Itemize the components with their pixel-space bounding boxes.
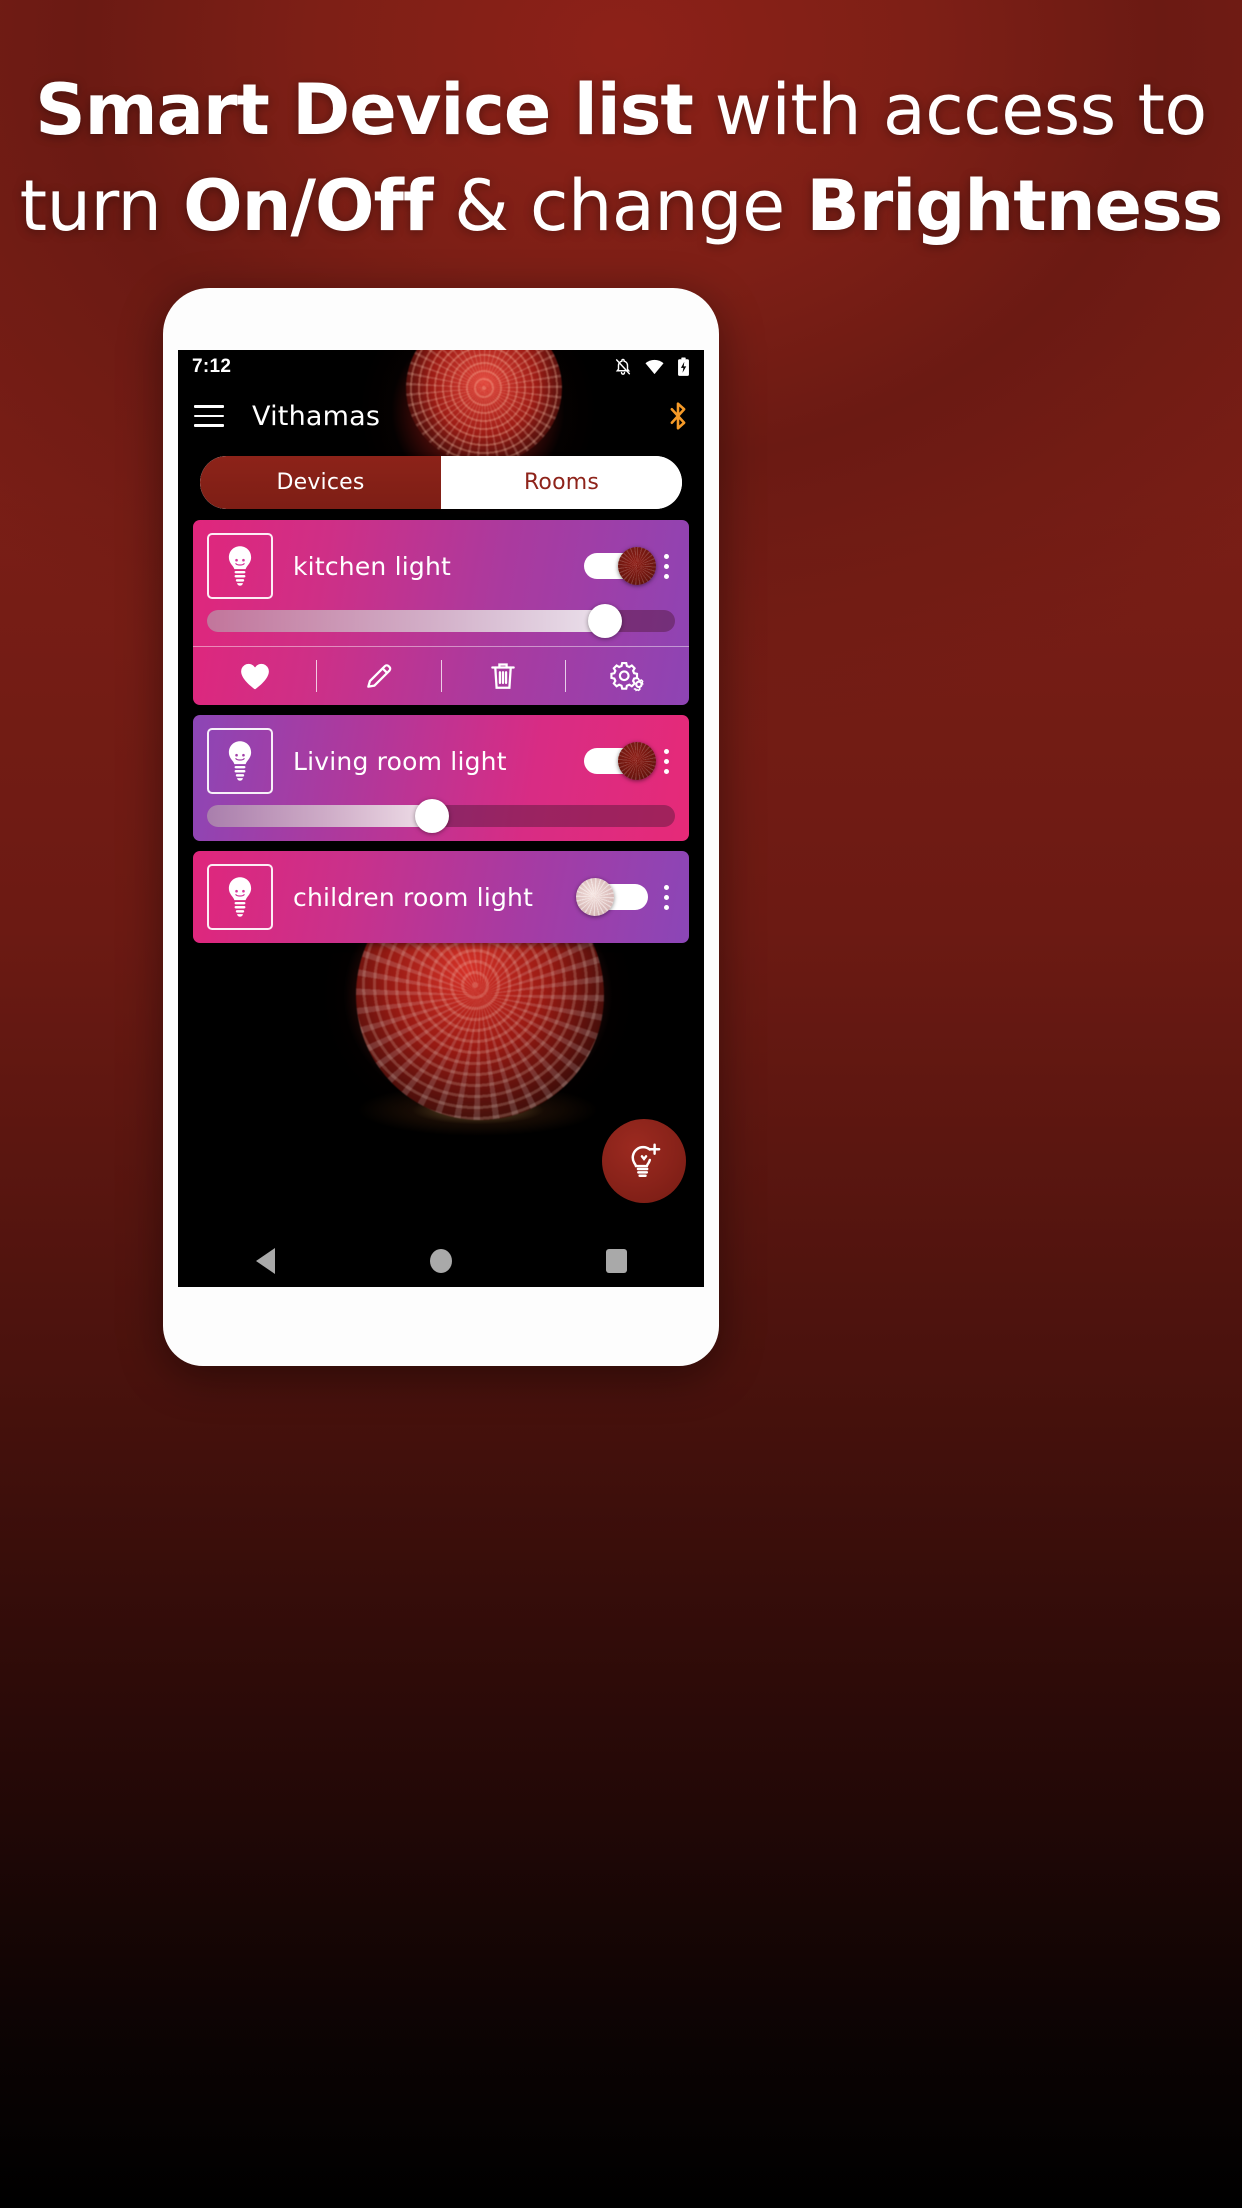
device-list: kitchen light Living room light children…	[178, 520, 704, 953]
headline-bold-3: Brightness	[806, 165, 1223, 247]
app-title: Vithamas	[252, 400, 381, 432]
status-icons	[614, 357, 690, 377]
power-toggle[interactable]	[584, 547, 656, 585]
lightbulb-icon	[207, 728, 273, 794]
settings-button[interactable]	[566, 647, 689, 705]
add-device-fab[interactable]	[602, 1119, 686, 1203]
tab-devices[interactable]: Devices	[200, 456, 441, 509]
tab-rooms[interactable]: Rooms	[441, 456, 682, 509]
status-time: 7:12	[192, 356, 232, 377]
headline-bold-1: Smart Device list	[35, 69, 694, 151]
device-name: Living room light	[293, 746, 507, 776]
brightness-slider-row	[193, 604, 689, 646]
toggle-knob	[576, 878, 614, 916]
app-bar: Vithamas	[178, 384, 704, 448]
back-triangle-icon[interactable]	[226, 1235, 306, 1287]
device-card-header: kitchen light	[193, 520, 689, 610]
brightness-slider-thumb[interactable]	[414, 799, 449, 833]
brightness-slider[interactable]	[207, 799, 675, 833]
brightness-slider-fill	[207, 805, 432, 827]
power-toggle[interactable]	[584, 742, 656, 780]
headline-line-2: turn On/Off & change Brightness	[0, 158, 1242, 254]
tab-bar[interactable]: Devices Rooms	[200, 456, 682, 509]
status-bar: 7:12	[178, 350, 704, 384]
recents-square-icon[interactable]	[576, 1235, 656, 1287]
phone-screen: 7:12 Vithamas Devices Rooms kitchen ligh…	[178, 350, 704, 1287]
bell-off-icon	[614, 358, 632, 376]
device-card-controls	[584, 742, 675, 780]
overflow-menu-icon[interactable]	[664, 745, 675, 778]
device-card-children-room-light[interactable]: children room light	[193, 851, 689, 943]
brightness-slider-fill	[207, 610, 605, 632]
brightness-slider[interactable]	[207, 604, 675, 638]
overflow-menu-icon[interactable]	[664, 550, 675, 583]
headline-rest-1: with access to	[692, 69, 1208, 151]
device-card-header: Living room light	[193, 715, 689, 805]
toggle-knob	[618, 547, 656, 585]
brightness-slider-thumb[interactable]	[587, 604, 622, 638]
device-card-living-room-light[interactable]: Living room light	[193, 715, 689, 841]
lightbulb-icon	[207, 864, 273, 930]
headline-line-1: Smart Device list with access to	[0, 62, 1242, 158]
headline-mid-2: & change	[432, 165, 807, 247]
phone-mockup: 7:12 Vithamas Devices Rooms kitchen ligh…	[163, 288, 719, 1366]
wifi-icon	[645, 359, 664, 375]
headline-bold-2: On/Off	[183, 165, 433, 247]
toggle-knob	[618, 742, 656, 780]
device-card-controls	[576, 878, 675, 916]
delete-button[interactable]	[442, 647, 565, 705]
device-card-controls	[584, 547, 675, 585]
poster-headline: Smart Device list with access to turn On…	[0, 62, 1242, 254]
device-name: kitchen light	[293, 551, 451, 581]
lightbulb-icon	[207, 533, 273, 599]
device-action-row	[193, 646, 689, 705]
power-toggle[interactable]	[576, 878, 648, 916]
android-nav-bar	[178, 1235, 704, 1287]
headline-pre-2: turn	[19, 165, 184, 247]
brightness-slider-row	[193, 799, 689, 841]
overflow-menu-icon[interactable]	[664, 881, 675, 914]
device-name: children room light	[293, 882, 534, 912]
hamburger-menu-icon[interactable]	[192, 399, 232, 433]
battery-charging-icon	[677, 357, 690, 377]
favorite-button[interactable]	[193, 647, 316, 705]
device-card-header: children room light	[193, 851, 689, 943]
edit-button[interactable]	[317, 647, 440, 705]
bluetooth-icon[interactable]	[666, 400, 690, 432]
home-circle-icon[interactable]	[401, 1235, 481, 1287]
device-card-kitchen-light[interactable]: kitchen light	[193, 520, 689, 705]
